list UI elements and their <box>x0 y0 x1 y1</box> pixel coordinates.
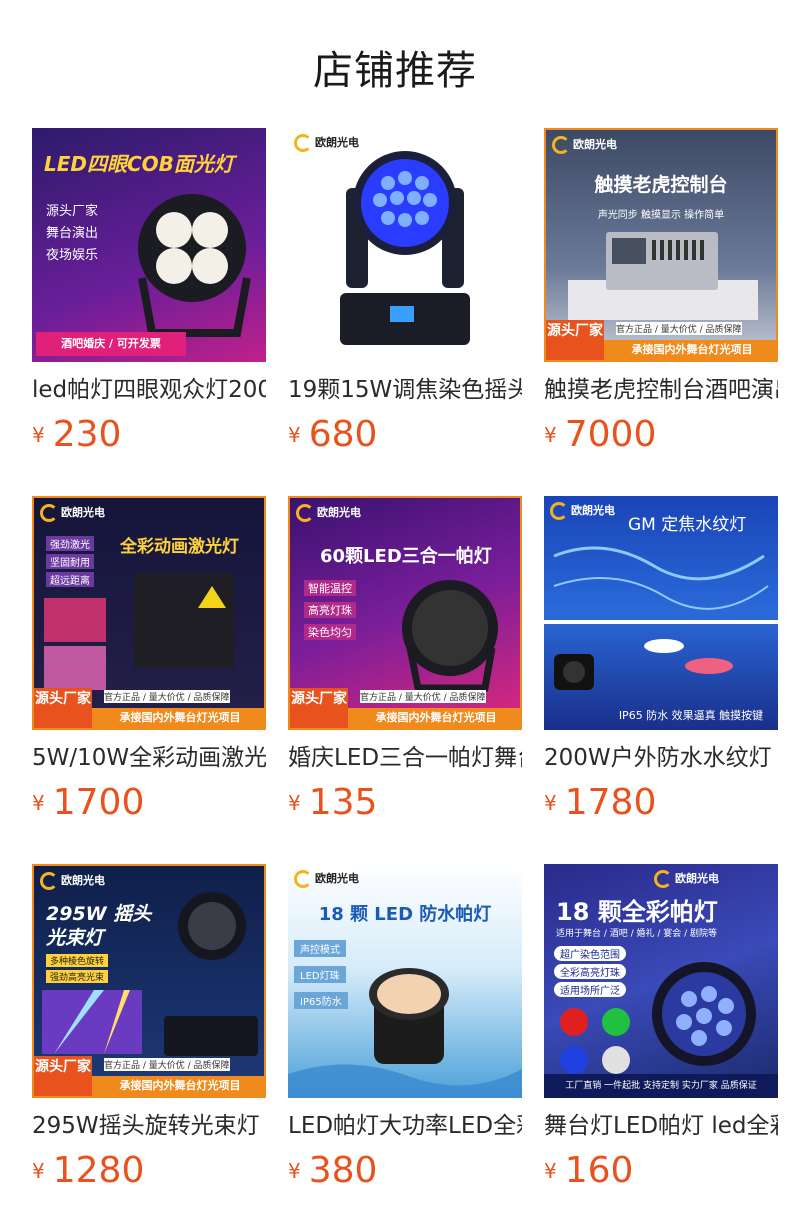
source-factory-tag: 源头厂家 <box>34 1056 92 1096</box>
product-price: ¥680 <box>288 414 522 455</box>
product-card[interactable]: 欧朗光电 295W 摇头光束灯 多种棱色旋转 强劲高亮光束 源头厂家 官方正品 … <box>32 864 266 1232</box>
product-name[interactable]: 5W/10W全彩动画激光灯 <box>32 744 266 772</box>
promo-banner: 源头厂家 官方正品 / 量大价优 / 品质保障 承接国内外舞台灯光项目 <box>34 688 264 728</box>
product-card[interactable]: 欧朗光电 60颗LED三合一帕灯 智能温控 高亮灯珠 染色均匀 源头厂家 官方正… <box>288 496 522 864</box>
product-price: ¥160 <box>544 1150 778 1191</box>
product-name[interactable]: LED帕灯大功率LED全彩 <box>288 1112 522 1140</box>
product-card[interactable]: 欧朗光电 触摸老虎控制台 声光同步 触摸显示 操作简单 源头厂家 官方正品 / … <box>544 128 778 496</box>
product-price: ¥7000 <box>544 414 778 455</box>
currency-symbol: ¥ <box>32 423 45 447</box>
product-image[interactable]: 欧朗光电 全彩动画激光灯 强劲激光 坚固耐用 超远距离 源头厂家 官方正品 / … <box>32 496 266 730</box>
product-card[interactable]: 欧朗光电 全彩动画激光灯 强劲激光 坚固耐用 超远距离 源头厂家 官方正品 / … <box>32 496 266 864</box>
banner-bottom-text: 承接国内外舞台灯光项目 <box>92 1076 264 1096</box>
product-price: ¥230 <box>32 414 266 455</box>
banner-top-text: 官方正品 / 量大价优 / 品质保障 <box>104 690 230 703</box>
image-footer: 工厂直销 一件起批 支持定制 实力厂家 品质保证 <box>544 1074 778 1098</box>
product-image[interactable]: 欧朗光电 GM 定焦水纹灯 IP65 防水 效果逼真 触摸按键 <box>544 496 778 730</box>
currency-symbol: ¥ <box>544 1159 557 1183</box>
currency-symbol: ¥ <box>288 423 301 447</box>
product-card[interactable]: 欧朗光电 19颗15W调焦染色摇头灯 ¥680 <box>288 128 522 496</box>
product-name[interactable]: 295W摇头旋转光束灯 <box>32 1112 266 1140</box>
currency-symbol: ¥ <box>544 423 557 447</box>
promo-banner: 源头厂家 官方正品 / 量大价优 / 品质保障 承接国内外舞台灯光项目 <box>34 1056 264 1096</box>
price-value: 1700 <box>52 782 145 823</box>
product-image[interactable]: LED四眼COB面光灯 源头厂家 舞台演出 夜场娱乐 酒吧婚庆 / 可开发票 <box>32 128 266 362</box>
source-factory-tag: 源头厂家 <box>34 688 92 728</box>
banner-bottom-text: 承接国内外舞台灯光项目 <box>604 340 776 360</box>
banner-bottom-text: 承接国内外舞台灯光项目 <box>348 708 520 728</box>
source-factory-tag: 源头厂家 <box>546 320 604 360</box>
image-footer: 酒吧婚庆 / 可开发票 <box>36 332 186 356</box>
product-price: ¥1280 <box>32 1150 266 1191</box>
moving-head-illustration <box>340 151 470 345</box>
product-price: ¥1780 <box>544 782 778 823</box>
rgb-par-illustration <box>560 962 756 1074</box>
product-name[interactable]: 婚庆LED三合一帕灯舞台 <box>288 744 522 772</box>
product-card[interactable]: 欧朗光电 18 颗全彩帕灯 适用于舞台 / 酒吧 / 婚礼 / 宴会 / 剧院等… <box>544 864 778 1232</box>
currency-symbol: ¥ <box>32 1159 45 1183</box>
banner-top-text: 官方正品 / 量大价优 / 品质保障 <box>616 322 742 335</box>
price-value: 680 <box>308 414 378 455</box>
promo-banner: 源头厂家 官方正品 / 量大价优 / 品质保障 承接国内外舞台灯光项目 <box>546 320 776 360</box>
product-image[interactable]: 欧朗光电 <box>288 128 522 362</box>
product-card[interactable]: 欧朗光电 18 颗 LED 防水帕灯 声控模式 LED灯珠 IP65防水 LED… <box>288 864 522 1232</box>
product-card[interactable]: LED四眼COB面光灯 源头厂家 舞台演出 夜场娱乐 酒吧婚庆 / 可开发票 l… <box>32 128 266 496</box>
price-value: 160 <box>564 1150 634 1191</box>
product-price: ¥1700 <box>32 782 266 823</box>
product-image[interactable]: 欧朗光电 60颗LED三合一帕灯 智能温控 高亮灯珠 染色均匀 源头厂家 官方正… <box>288 496 522 730</box>
par-light-illustration <box>138 194 251 337</box>
promo-banner: 源头厂家 官方正品 / 量大价优 / 品质保障 承接国内外舞台灯光项目 <box>290 688 520 728</box>
product-card[interactable]: 欧朗光电 GM 定焦水纹灯 IP65 防水 效果逼真 触摸按键 200W户外防水… <box>544 496 778 864</box>
source-factory-tag: 源头厂家 <box>290 688 348 728</box>
currency-symbol: ¥ <box>544 791 557 815</box>
price-value: 7000 <box>564 414 657 455</box>
product-grid: LED四眼COB面光灯 源头厂家 舞台演出 夜场娱乐 酒吧婚庆 / 可开发票 l… <box>32 128 778 1232</box>
price-value: 135 <box>308 782 378 823</box>
price-value: 1280 <box>52 1150 145 1191</box>
banner-top-text: 官方正品 / 量大价优 / 品质保障 <box>104 1058 230 1071</box>
product-price: ¥380 <box>288 1150 522 1191</box>
page-title: 店铺推荐 <box>313 48 477 94</box>
product-name[interactable]: led帕灯四眼观众灯200W <box>32 376 266 404</box>
product-name[interactable]: 触摸老虎控制台酒吧演出 <box>544 376 778 404</box>
currency-symbol: ¥ <box>32 791 45 815</box>
product-image[interactable]: 欧朗光电 18 颗全彩帕灯 适用于舞台 / 酒吧 / 婚礼 / 宴会 / 剧院等… <box>544 864 778 1098</box>
product-name[interactable]: 舞台灯LED帕灯 led全彩 <box>544 1112 778 1140</box>
currency-symbol: ¥ <box>288 1159 301 1183</box>
banner-top-text: 官方正品 / 量大价优 / 品质保障 <box>360 690 486 703</box>
currency-symbol: ¥ <box>288 791 301 815</box>
water-effect-illustration <box>544 546 778 690</box>
waterproof-par-illustration <box>288 968 522 1098</box>
price-value: 1780 <box>564 782 657 823</box>
product-image[interactable]: 欧朗光电 295W 摇头光束灯 多种棱色旋转 强劲高亮光束 源头厂家 官方正品 … <box>32 864 266 1098</box>
product-image[interactable]: 欧朗光电 18 颗 LED 防水帕灯 声控模式 LED灯珠 IP65防水 <box>288 864 522 1098</box>
product-name[interactable]: 19颗15W调焦染色摇头灯 <box>288 376 522 404</box>
price-value: 380 <box>308 1150 378 1191</box>
product-price: ¥135 <box>288 782 522 823</box>
image-footer: IP65 防水 效果逼真 触摸按键 <box>618 709 764 722</box>
product-name[interactable]: 200W户外防水水纹灯 <box>544 744 778 772</box>
banner-bottom-text: 承接国内外舞台灯光项目 <box>92 708 264 728</box>
price-value: 230 <box>52 414 122 455</box>
product-image[interactable]: 欧朗光电 触摸老虎控制台 声光同步 触摸显示 操作简单 源头厂家 官方正品 / … <box>544 128 778 362</box>
